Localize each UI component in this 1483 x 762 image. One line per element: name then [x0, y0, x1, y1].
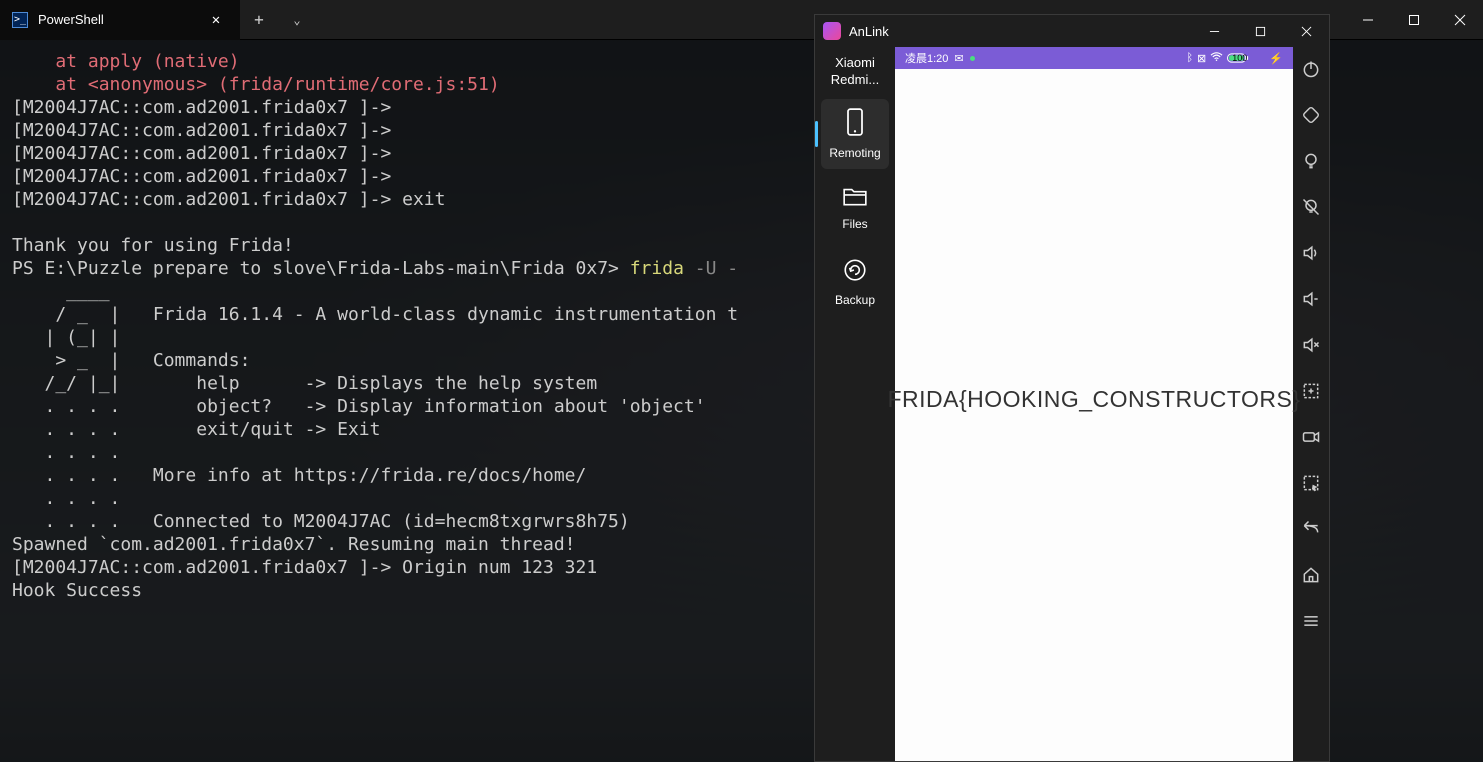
wifi-icon: [1210, 52, 1223, 65]
device-line2: Redmi...: [831, 72, 879, 89]
prompt-exit-line: [M2004J7AC::com.ad2001.frida0x7 ]-> exit: [12, 189, 445, 210]
ps-command: frida: [630, 258, 684, 279]
dnd-icon: ⊠: [1197, 52, 1206, 65]
volume-up-icon[interactable]: [1299, 241, 1323, 265]
select-icon[interactable]: [1299, 471, 1323, 495]
anlink-title: AnLink: [849, 24, 889, 39]
banner-line: ____: [12, 281, 110, 302]
battery-icon: 100: [1227, 53, 1265, 63]
tab-title: PowerShell: [38, 12, 204, 27]
anlink-body: Xiaomi Redmi... Remoting Files Backup: [815, 47, 1329, 761]
minimize-button[interactable]: [1345, 0, 1391, 40]
origin-line: [M2004J7AC::com.ad2001.frida0x7 ]-> Orig…: [12, 557, 597, 578]
device-name: Xiaomi Redmi...: [829, 51, 881, 99]
prompt-line: [M2004J7AC::com.ad2001.frida0x7 ]->: [12, 143, 391, 164]
banner-line: . . . . object? -> Display information a…: [12, 396, 706, 417]
phone-view[interactable]: 凌晨1:20 ✉ ᛒ ⊠ 100 ⚡: [895, 47, 1293, 761]
hook-line: Hook Success: [12, 580, 142, 601]
banner-line: | (_| |: [12, 327, 120, 348]
banner-line: . . . .: [12, 488, 120, 509]
error-line: at <anonymous> (frida/runtime/core.js:51…: [12, 74, 500, 95]
banner-line: . . . .: [12, 442, 120, 463]
sidebar-label: Files: [842, 217, 867, 231]
phone-icon: [844, 108, 866, 140]
sidebar-label: Backup: [835, 293, 875, 307]
prompt-line: [M2004J7AC::com.ad2001.frida0x7 ]->: [12, 166, 391, 187]
tab-dropdown-button[interactable]: ⌄: [278, 0, 316, 40]
device-line1: Xiaomi: [831, 55, 879, 72]
banner-line: . . . . Connected to M2004J7AC (id=hecm8…: [12, 511, 630, 532]
window-controls: [1345, 0, 1483, 40]
anlink-logo-icon: [823, 22, 841, 40]
prompt-line: [M2004J7AC::com.ad2001.frida0x7 ]->: [12, 97, 391, 118]
banner-line: / _ | Frida 16.1.4 - A world-class dynam…: [12, 304, 738, 325]
banner-line: > _ | Commands:: [12, 350, 250, 371]
folder-icon: [842, 185, 868, 211]
tab-powershell[interactable]: >_ PowerShell ✕: [0, 0, 240, 40]
spawned-line: Spawned `com.ad2001.frida0x7`. Resuming …: [12, 534, 576, 555]
close-button[interactable]: [1437, 0, 1483, 40]
banner-line: . . . . More info at https://frida.re/do…: [12, 465, 586, 486]
bluetooth-icon: ᛒ: [1186, 52, 1193, 64]
volume-down-icon[interactable]: [1299, 287, 1323, 311]
statusbar-time: 凌晨1:20: [905, 50, 948, 66]
anlink-maximize-button[interactable]: [1237, 15, 1283, 47]
anlink-titlebar: AnLink: [815, 15, 1329, 47]
prompt-line: [M2004J7AC::com.ad2001.frida0x7 ]->: [12, 120, 391, 141]
powershell-icon: >_: [12, 12, 28, 28]
crop-add-icon[interactable]: [1299, 379, 1323, 403]
volume-mute-icon[interactable]: [1299, 333, 1323, 357]
anlink-window: AnLink Xiaomi Redmi... Remoting: [814, 14, 1330, 762]
ps-flag: -U -: [684, 258, 738, 279]
power-icon[interactable]: [1299, 57, 1323, 81]
record-icon[interactable]: [1299, 425, 1323, 449]
anlink-sidebar: Xiaomi Redmi... Remoting Files Backup: [815, 47, 895, 761]
anlink-minimize-button[interactable]: [1191, 15, 1237, 47]
status-dot-icon: [970, 56, 975, 61]
back-icon[interactable]: [1299, 517, 1323, 541]
flag-text: FRIDA{HOOKING_CONSTRUCTORS}: [887, 385, 1300, 415]
phone-statusbar: 凌晨1:20 ✉ ᛒ ⊠ 100 ⚡: [895, 47, 1293, 69]
anlink-close-button[interactable]: [1283, 15, 1329, 47]
tab-close-button[interactable]: ✕: [204, 8, 228, 32]
banner-line: /_/ |_| help -> Displays the help system: [12, 373, 597, 394]
thanks-line: Thank you for using Frida!: [12, 235, 294, 256]
charging-icon: ⚡: [1269, 52, 1283, 65]
bulb-icon[interactable]: [1299, 149, 1323, 173]
sidebar-item-files[interactable]: Files: [821, 173, 889, 243]
anlink-window-controls: [1191, 15, 1329, 47]
sidebar-item-backup[interactable]: Backup: [821, 247, 889, 317]
maximize-button[interactable]: [1391, 0, 1437, 40]
sidebar-label: Remoting: [829, 146, 880, 160]
home-icon[interactable]: [1299, 563, 1323, 587]
banner-line: . . . . exit/quit -> Exit: [12, 419, 380, 440]
sidebar-item-remoting[interactable]: Remoting: [821, 99, 889, 169]
phone-content: FRIDA{HOOKING_CONSTRUCTORS}: [895, 69, 1293, 761]
error-line: at apply (native): [12, 51, 240, 72]
ps-prompt: PS E:\Puzzle prepare to slove\Frida-Labs…: [12, 258, 630, 279]
new-tab-button[interactable]: +: [240, 0, 278, 40]
rotate-icon[interactable]: [1299, 103, 1323, 127]
menu-icon[interactable]: [1299, 609, 1323, 633]
backup-icon: [842, 257, 868, 287]
bulb-off-icon[interactable]: [1299, 195, 1323, 219]
notification-icon: ✉: [954, 52, 963, 65]
